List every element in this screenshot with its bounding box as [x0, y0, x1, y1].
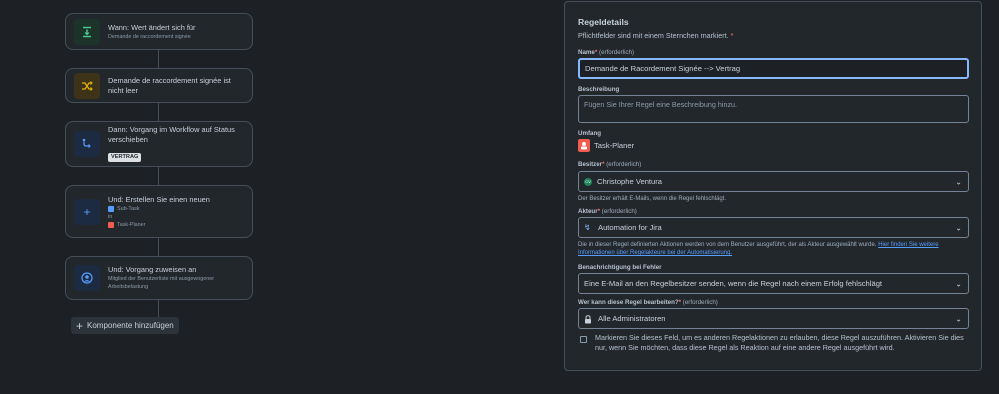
condition-title: Demande de raccordement signée ist nicht…	[108, 75, 231, 95]
create-issue-title: Und: Erstellen Sie einen neuen	[108, 194, 210, 204]
notify-label: Benachrichtigung bei Fehler	[578, 264, 662, 271]
transition-title: Dann: Vorgang im Workflow auf Status ver…	[108, 125, 235, 144]
required-asterisk: *	[678, 299, 682, 306]
editors-label: Wer kann diese Regel bearbeiten?* (erfor…	[578, 299, 718, 306]
notify-select[interactable]: Eine E-Mail an den Regelbesitzer senden,…	[578, 273, 969, 294]
project: Task-Planer	[108, 221, 244, 229]
required-asterisk: *	[597, 208, 601, 215]
transition-icon	[74, 131, 100, 157]
scope-value: Task-Planer	[578, 139, 634, 152]
shuffle-icon	[74, 72, 100, 99]
actor-helper: Die in dieser Regel definierten Aktionen…	[578, 241, 970, 257]
condition-card[interactable]: Demande de raccordement signée ist nicht…	[65, 68, 253, 103]
name-label: Name* (erforderlich)	[578, 49, 634, 56]
description-label: Beschreibung	[578, 86, 620, 93]
required-hint: (erforderlich)	[599, 49, 635, 56]
rule-details-panel: Regeldetails Pflichtfelder sind mit eine…	[564, 1, 982, 371]
user-circle-icon	[74, 265, 100, 291]
scope-label: Umfang	[578, 130, 602, 137]
allow-rule-trigger-checkbox[interactable]	[580, 336, 587, 343]
notify-value: Eine E-Mail an den Regelbesitzer senden,…	[584, 279, 883, 288]
editors-label-text: Wer kann diese Regel bearbeiten?	[578, 299, 679, 306]
required-hint: (erforderlich)	[682, 299, 718, 306]
lock-icon	[584, 314, 592, 323]
name-input[interactable]: Demande de Racordement Signée --> Vertra…	[578, 58, 969, 79]
connector	[158, 300, 159, 317]
trigger-field: Demande de raccordement signée	[108, 33, 191, 40]
trigger-title: Wann: Wert ändert sich für	[108, 22, 196, 32]
name-label-text: Name	[578, 49, 595, 56]
required-asterisk: *	[730, 31, 734, 40]
assign-sub: Mitglied der Benutzerliste mit ausgewoge…	[108, 276, 215, 290]
actor-value: Automation for Jira	[598, 223, 662, 232]
rule-flow: Wann: Wert ändert sich für Demande de ra…	[0, 0, 320, 394]
chevron-down-icon: ⌄	[955, 314, 962, 323]
actor-select[interactable]: ↯ Automation for Jira ⌄	[578, 217, 969, 238]
owner-label: Besitzer* (erforderlich)	[578, 161, 641, 168]
assign-action-card[interactable]: Und: Vorgang zuweisen an Mitglied der Be…	[65, 256, 253, 300]
required-asterisk: *	[602, 161, 605, 168]
owner-select[interactable]: CV Christophe Ventura ⌄	[578, 171, 969, 192]
connector	[158, 238, 159, 256]
required-hint: (erforderlich)	[601, 208, 637, 215]
issue-type: Sub-Task	[108, 205, 244, 213]
project-label: Task-Planer	[117, 221, 146, 228]
owner-helper: Der Besitzer erhält E-Mails, wenn die Re…	[578, 196, 727, 202]
description-textarea[interactable]: Fügen Sie Ihrer Regel eine Beschreibung …	[578, 95, 969, 123]
field-value-changed-icon	[74, 18, 100, 45]
connector	[158, 167, 159, 185]
required-asterisk: *	[594, 49, 598, 56]
issue-type-label: Sub-Task	[117, 205, 140, 212]
editors-value: Alle Administratoren	[598, 314, 666, 323]
project-avatar-icon	[578, 139, 590, 152]
transition-action-card[interactable]: Dann: Vorgang im Workflow auf Status ver…	[65, 121, 253, 167]
allow-rule-trigger-row: Markieren Sie dieses Feld, um es anderen…	[580, 333, 970, 353]
panel-title: Regeldetails	[578, 17, 629, 27]
plus-icon: +	[74, 198, 100, 225]
plus-icon: +	[76, 318, 84, 333]
add-component-button[interactable]: + Komponente hinzufügen	[71, 317, 179, 334]
trigger-card[interactable]: Wann: Wert ändert sich für Demande de ra…	[65, 13, 253, 50]
chevron-down-icon: ⌄	[955, 223, 962, 232]
description-placeholder: Fügen Sie Ihrer Regel eine Beschreibung …	[584, 100, 738, 109]
owner-label-text: Besitzer	[578, 161, 603, 168]
actor-helper-text: Die in dieser Regel definierten Aktionen…	[578, 242, 877, 248]
required-hint: (erforderlich)	[606, 161, 642, 168]
allow-rule-trigger-text: Markieren Sie dieses Feld, um es anderen…	[595, 333, 964, 352]
project-avatar-icon	[108, 221, 114, 228]
required-note-text: Pflichtfelder sind mit einem Sternchen m…	[578, 31, 729, 40]
owner-value: Christophe Ventura	[597, 177, 663, 186]
user-avatar-icon: CV	[584, 177, 592, 186]
in-label: in	[108, 213, 113, 220]
create-issue-action-card[interactable]: + Und: Erstellen Sie einen neuen Sub-Tas…	[65, 185, 253, 238]
subtask-icon	[108, 205, 114, 212]
actor-label-text: Akteur	[578, 208, 598, 215]
editors-select[interactable]: Alle Administratoren ⌄	[578, 308, 969, 329]
actor-label: Akteur* (erforderlich)	[578, 208, 637, 215]
assign-title: Und: Vorgang zuweisen an	[108, 265, 197, 274]
scope-project-name: Task-Planer	[594, 141, 635, 150]
automation-bolt-icon: ↯	[584, 222, 591, 232]
required-note: Pflichtfelder sind mit einem Sternchen m…	[578, 31, 733, 40]
connector	[158, 50, 159, 68]
add-component-label: Komponente hinzufügen	[87, 321, 174, 330]
status-lozenge: VERTRAG	[108, 153, 142, 162]
connector	[158, 103, 159, 121]
chevron-down-icon: ⌄	[955, 279, 962, 288]
chevron-down-icon: ⌄	[955, 177, 962, 186]
name-value: Demande de Racordement Signée --> Vertra…	[585, 64, 741, 73]
